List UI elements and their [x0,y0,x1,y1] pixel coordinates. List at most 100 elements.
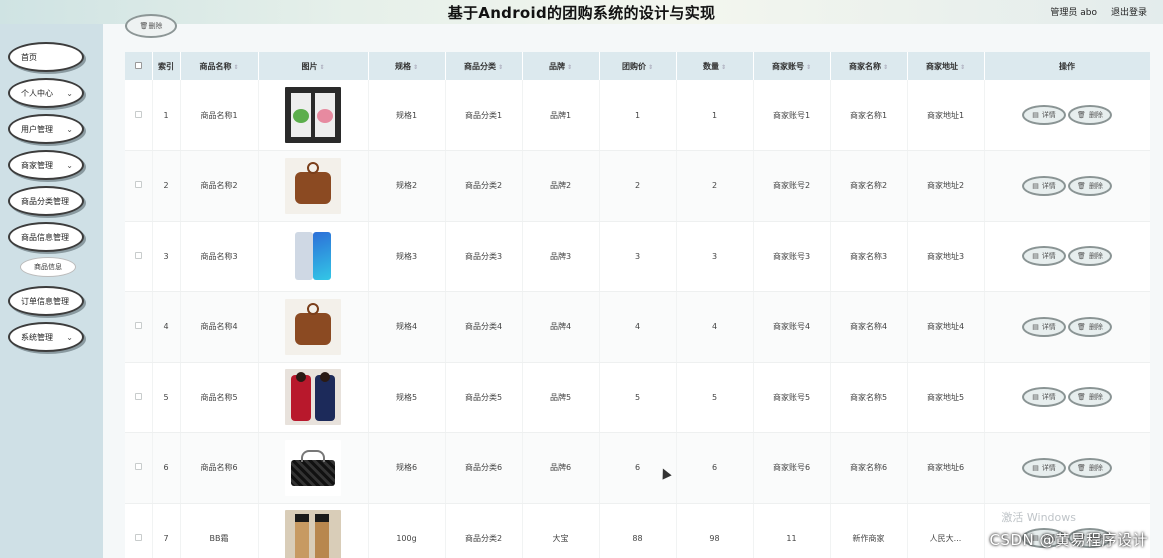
cell-merchant-name: 商家名称4 [830,291,908,363]
product-image [285,439,341,496]
header-name[interactable]: 商品名称 ⇕ [180,52,259,80]
cell-qty: 3 [676,221,754,292]
admin-label: 管理员 abo [1050,8,1097,18]
cell-index: 1 [152,80,181,151]
cell-index: 3 [152,221,181,292]
header-spec[interactable]: 规格 ⇕ [368,52,446,80]
detail-button[interactable]: ▤ 详情 [1022,175,1066,196]
cell-spec: 规格2 [368,150,446,222]
cell-price: 1 [599,80,677,151]
sidebar-item-label: 商品分类管理 [21,196,69,206]
cell-price: 5 [599,362,677,433]
cell-category: 商品分类6 [445,432,523,504]
delete-button[interactable]: 🗑 删除 [1068,175,1112,196]
windows-activation-note: 激活 Windows [1001,511,1076,524]
cell-merchant-name: 商家名称3 [830,221,908,292]
row-checkbox[interactable] [125,432,153,504]
row-checkbox[interactable] [125,291,153,363]
batch-delete-button[interactable]: 🗑 删除 [125,14,177,38]
cell-price: 4 [599,291,677,363]
delete-button[interactable]: 🗑 删除 [1068,105,1112,125]
cell-brand: 品牌2 [522,150,600,222]
product-image [285,510,341,558]
trash-icon: 🗑 [1077,393,1086,402]
sidebar-item-users[interactable]: 用户管理 ⌄ [8,114,84,144]
detail-button[interactable]: ▤ 详情 [1022,246,1066,267]
table-row: 2 商品名称2 规格2 商品分类2 品牌2 2 2 商家账号2 商家名称2 商家地址2 ▤ 详情 🗑 删除 [125,150,1150,222]
sidebar-item-products[interactable]: 商品信息管理 [8,222,84,252]
header-merchant-account[interactable]: 商家账号 ⇕ [753,52,831,80]
delete-button[interactable]: 🗑 删除 [1068,457,1112,478]
cell-name: 商品名称4 [180,291,259,363]
cell-image [258,80,369,151]
cell-name: 商品名称3 [180,221,259,292]
delete-button[interactable]: 🗑 删除 [1068,316,1112,337]
cell-merchant-account: 商家账号1 [753,80,831,151]
cell-category: 商品分类2 [445,503,523,558]
cell-name: BB霜 [180,503,259,558]
header-category[interactable]: 商品分类 ⇕ [445,52,523,80]
detail-button[interactable]: ▤ 详情 [1022,105,1066,125]
table-row: 1 商品名称1 规格1 商品分类1 品牌1 1 1 商家账号1 商家名称1 商家地址1 ▤ 详情 🗑 删除 [125,80,1150,151]
cell-qty: 5 [676,362,754,433]
header-image[interactable]: 图片 ⇕ [258,52,369,80]
detail-button[interactable]: ▤ 详情 [1022,316,1066,337]
select-all-checkbox[interactable] [125,52,153,80]
row-checkbox[interactable] [125,80,153,151]
sidebar-item-orders[interactable]: 订单信息管理 [8,286,84,316]
cell-index: 7 [152,503,181,558]
table-row: 5 商品名称5 规格5 商品分类5 品牌5 5 5 商家账号5 商家名称5 商家地址5 ▤ 详情 🗑 删除 [125,362,1150,433]
cell-index: 6 [152,432,181,504]
chevron-down-icon: ⌄ [66,161,73,170]
header-brand[interactable]: 品牌 ⇕ [522,52,600,80]
cell-actions: ▤ 详情 🗑 删除 [984,432,1150,504]
delete-button[interactable]: 🗑 删除 [1068,387,1112,408]
document-icon: ▤ [1032,322,1039,331]
cell-name: 商品名称5 [180,362,259,433]
header-merchant-address[interactable]: 商家地址 ⇕ [907,52,985,80]
row-checkbox[interactable] [125,362,153,433]
sidebar-item-merchants[interactable]: 商家管理 ⌄ [8,150,84,180]
cell-brand: 品牌6 [522,432,600,504]
cell-name: 商品名称6 [180,432,259,504]
cell-actions: ▤ 详情 🗑 删除 [984,80,1150,151]
cell-merchant-name: 商家名称5 [830,362,908,433]
cell-merchant-account: 商家账号2 [753,150,831,222]
row-checkbox[interactable] [125,150,153,222]
product-image [285,228,341,285]
cell-index: 2 [152,150,181,222]
csdn-watermark: CSDN @黄易程序设计 [989,531,1148,549]
detail-button[interactable]: ▤ 详情 [1022,457,1066,478]
cell-brand: 大宝 [522,503,600,558]
row-checkbox[interactable] [125,503,153,558]
cell-merchant-address: 商家地址3 [907,221,985,292]
cell-merchant-address: 商家地址6 [907,432,985,504]
row-checkbox[interactable] [125,221,153,292]
delete-button[interactable]: 🗑 删除 [1068,246,1112,267]
sidebar-item-home[interactable]: 首页 [8,42,84,72]
document-icon: ▤ [1032,111,1039,119]
cell-qty: 4 [676,291,754,363]
cell-spec: 规格6 [368,432,446,504]
sidebar-item-categories[interactable]: 商品分类管理 [8,186,84,216]
cell-spec: 规格3 [368,221,446,292]
cell-price: 88 [599,503,677,558]
sidebar-item-system[interactable]: 系统管理 ⌄ [8,322,84,352]
chevron-down-icon: ⌄ [66,125,73,134]
sidebar-item-profile[interactable]: 个人中心 ⌄ [8,78,84,108]
cell-actions: ▤ 详情 🗑 删除 [984,221,1150,292]
cell-image [258,432,369,504]
detail-button[interactable]: ▤ 详情 [1022,387,1066,408]
sidebar-subitem-product-info[interactable]: 商品信息 [20,257,76,277]
header-price[interactable]: 团购价 ⇕ [599,52,677,80]
header-merchant-name[interactable]: 商家名称 ⇕ [830,52,908,80]
chevron-down-icon: ⌄ [66,89,73,98]
cell-merchant-name: 商家名称1 [830,80,908,151]
cell-qty: 6 [676,432,754,504]
cell-merchant-address: 商家地址4 [907,291,985,363]
cell-image [258,150,369,222]
header-qty[interactable]: 数量 ⇕ [676,52,754,80]
cell-actions: ▤ 详情 🗑 删除 [984,362,1150,433]
logout-link[interactable]: 退出登录 [1111,5,1147,18]
cell-brand: 品牌4 [522,291,600,363]
